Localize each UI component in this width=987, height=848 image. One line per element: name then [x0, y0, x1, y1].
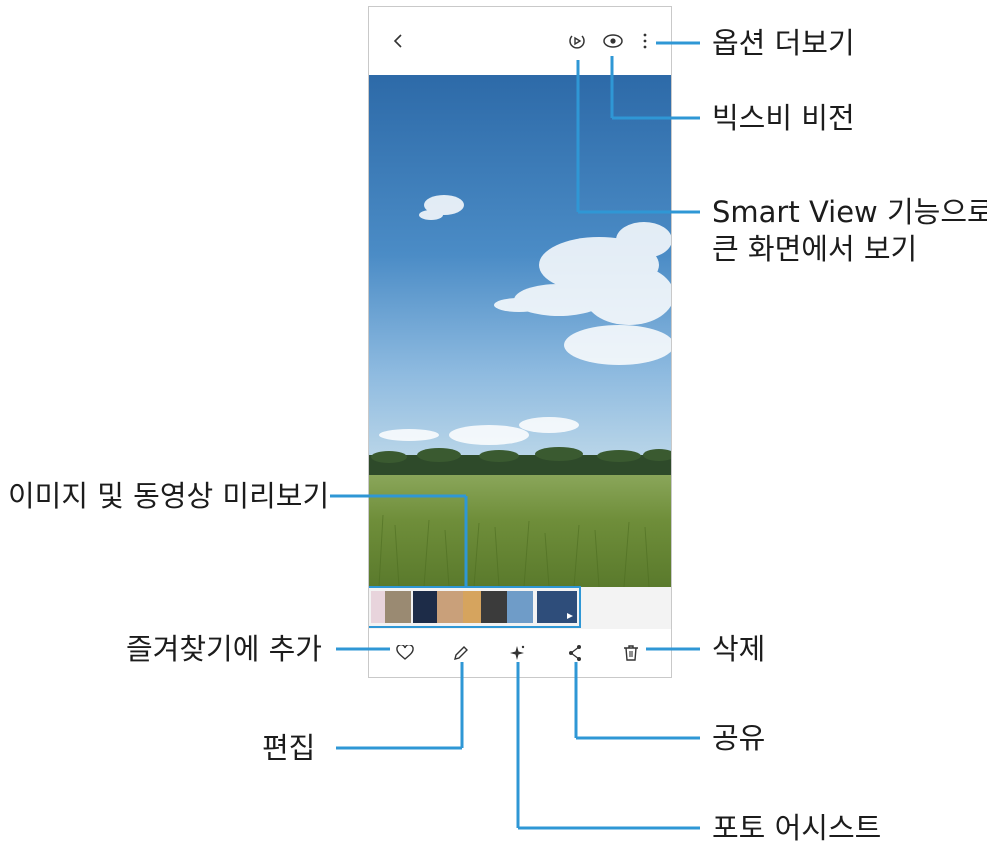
callout-share: 공유: [712, 721, 766, 755]
callout-preview: 이미지 및 동영상 미리보기: [8, 479, 330, 513]
callout-bixby-vision: 빅스비 비전: [712, 101, 855, 135]
callout-delete: 삭제: [712, 632, 766, 666]
callout-edit: 편집: [262, 731, 316, 765]
callout-smart-view-line2: 큰 화면에서 보기: [712, 232, 918, 266]
callout-photo-assist: 포토 어시스트: [712, 811, 882, 845]
callout-smart-view-line1: Smart View 기능으로: [712, 195, 987, 229]
callout-more-options: 옵션 더보기: [712, 26, 855, 60]
callout-favorite: 즐겨찾기에 추가: [126, 632, 322, 666]
